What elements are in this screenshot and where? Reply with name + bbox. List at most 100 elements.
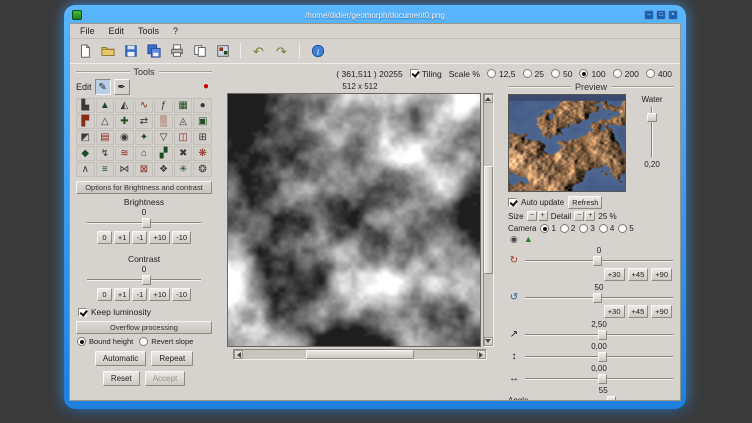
- brightness-step-minus10[interactable]: -10: [172, 231, 191, 244]
- pan-horizontal-slider[interactable]: [524, 374, 674, 384]
- terrain-preview[interactable]: [508, 94, 626, 192]
- brightness-step-minus1[interactable]: -1: [132, 231, 147, 244]
- vertical-scroll-thumb[interactable]: [484, 166, 493, 274]
- scale-option-200[interactable]: 200: [613, 69, 639, 79]
- record-icon[interactable]: ●: [203, 82, 209, 92]
- minimize-button[interactable]: –: [644, 10, 654, 20]
- info-icon[interactable]: i: [307, 41, 328, 61]
- pencil-tool-icon[interactable]: ✎: [95, 79, 111, 95]
- scroll-right-icon[interactable]: [477, 350, 486, 359]
- repeat-button[interactable]: Repeat: [151, 351, 193, 366]
- rotation-plus90-button[interactable]: +90: [651, 268, 672, 281]
- contrast-step-zero[interactable]: 0: [97, 288, 112, 301]
- save-icon[interactable]: [120, 41, 141, 61]
- brightness-step-plus10[interactable]: +10: [149, 231, 170, 244]
- distance-slider[interactable]: [524, 330, 674, 340]
- duplicate-icon[interactable]: [189, 41, 210, 61]
- camera-option-5[interactable]: 5: [618, 224, 633, 233]
- camera-option-3[interactable]: 3: [579, 224, 594, 233]
- water-slider[interactable]: [647, 106, 657, 158]
- close-button[interactable]: ×: [668, 10, 678, 20]
- pen-tool-icon[interactable]: ✒: [114, 79, 130, 95]
- tool-icon[interactable]: ∧: [76, 162, 95, 177]
- maximize-button[interactable]: □: [656, 10, 666, 20]
- tool-icon[interactable]: ❖: [154, 162, 173, 177]
- size-increase-button[interactable]: +: [538, 211, 548, 221]
- scroll-up-icon[interactable]: [484, 94, 493, 103]
- refresh-button[interactable]: Refresh: [568, 196, 602, 209]
- tool-icon[interactable]: ◆: [76, 146, 95, 161]
- tool-icon[interactable]: ▒: [154, 114, 173, 129]
- camera-option-2[interactable]: 2: [560, 224, 575, 233]
- tool-icon[interactable]: ⇄: [135, 114, 154, 129]
- tool-icon[interactable]: ▞: [154, 146, 173, 161]
- contrast-step-plus1[interactable]: +1: [114, 288, 131, 301]
- contrast-step-minus10[interactable]: -10: [172, 288, 191, 301]
- tool-icon[interactable]: ƒ: [154, 98, 173, 113]
- elevation-plus45-button[interactable]: +45: [628, 305, 649, 318]
- menu-help[interactable]: ?: [167, 25, 184, 37]
- print-icon[interactable]: [166, 41, 187, 61]
- brightness-step-zero[interactable]: 0: [97, 231, 112, 244]
- tool-icon[interactable]: ≡: [96, 162, 115, 177]
- tool-icon[interactable]: ✚: [115, 114, 134, 129]
- new-document-icon[interactable]: [74, 41, 95, 61]
- detail-decrease-button[interactable]: −: [574, 211, 584, 221]
- open-folder-icon[interactable]: [97, 41, 118, 61]
- camera-option-1[interactable]: 1: [540, 224, 555, 233]
- tool-icon[interactable]: ▽: [154, 130, 173, 145]
- elevation-plus30-button[interactable]: +30: [604, 305, 625, 318]
- accept-button[interactable]: Accept: [145, 371, 185, 386]
- tool-icon[interactable]: ⊠: [135, 162, 154, 177]
- tiling-checkbox[interactable]: [410, 69, 419, 78]
- tool-icon[interactable]: ⌂: [135, 146, 154, 161]
- size-decrease-button[interactable]: −: [527, 211, 537, 221]
- tool-icon[interactable]: ◬: [174, 114, 193, 129]
- tool-icon[interactable]: ▤: [96, 130, 115, 145]
- tool-icon[interactable]: ✦: [135, 130, 154, 145]
- camera-option-4[interactable]: 4: [599, 224, 614, 233]
- menu-file[interactable]: File: [74, 25, 101, 37]
- auto-update-checkbox[interactable]: [508, 198, 517, 207]
- scale-option-100[interactable]: 100: [579, 69, 605, 79]
- eye-icon[interactable]: ◉: [510, 235, 518, 244]
- tool-icon[interactable]: ↯: [96, 146, 115, 161]
- keep-luminosity-checkbox[interactable]: [78, 308, 87, 317]
- tool-icon[interactable]: ❂: [193, 162, 212, 177]
- angle-slider[interactable]: [532, 396, 674, 400]
- tool-icon[interactable]: △: [96, 114, 115, 129]
- scale-option-12-5[interactable]: 12,5: [487, 69, 516, 79]
- mesh-icon[interactable]: ▲: [524, 235, 533, 244]
- heightfield-image[interactable]: [227, 93, 481, 347]
- tool-icon[interactable]: ⊞: [193, 130, 212, 145]
- tool-icon[interactable]: ◉: [115, 130, 134, 145]
- overflow-option-revert-slope[interactable]: Revert slope: [139, 337, 193, 346]
- tool-icon[interactable]: ∿: [135, 98, 154, 113]
- scale-option-400[interactable]: 400: [646, 69, 672, 79]
- tool-icon[interactable]: ◭: [115, 98, 134, 113]
- pan-vertical-slider[interactable]: [524, 352, 674, 362]
- tool-icon[interactable]: ▣: [193, 114, 212, 129]
- menu-tools[interactable]: Tools: [132, 25, 165, 37]
- scroll-left-icon[interactable]: [234, 350, 243, 359]
- elevation-slider[interactable]: [524, 293, 674, 303]
- rotation-plus45-button[interactable]: +45: [628, 268, 649, 281]
- tool-icon[interactable]: ▙: [76, 98, 95, 113]
- contrast-step-minus1[interactable]: -1: [132, 288, 147, 301]
- tool-icon[interactable]: ●: [193, 98, 212, 113]
- rotation-slider[interactable]: [524, 256, 674, 266]
- tool-icon[interactable]: ▲: [96, 98, 115, 113]
- automatic-button[interactable]: Automatic: [95, 351, 147, 366]
- tool-icon[interactable]: ▦: [174, 98, 193, 113]
- tool-icon[interactable]: ◩: [76, 130, 95, 145]
- scale-option-50[interactable]: 50: [551, 69, 572, 79]
- overflow-option-bound-height[interactable]: Bound height: [77, 337, 133, 346]
- tool-icon[interactable]: ❋: [193, 146, 212, 161]
- contrast-slider[interactable]: [86, 275, 202, 285]
- rotation-plus30-button[interactable]: +30: [604, 268, 625, 281]
- detail-increase-button[interactable]: +: [585, 211, 595, 221]
- elevation-plus90-button[interactable]: +90: [651, 305, 672, 318]
- tool-icon[interactable]: ⋈: [115, 162, 134, 177]
- vertical-scrollbar[interactable]: [483, 93, 494, 347]
- preferences-icon[interactable]: [212, 41, 233, 61]
